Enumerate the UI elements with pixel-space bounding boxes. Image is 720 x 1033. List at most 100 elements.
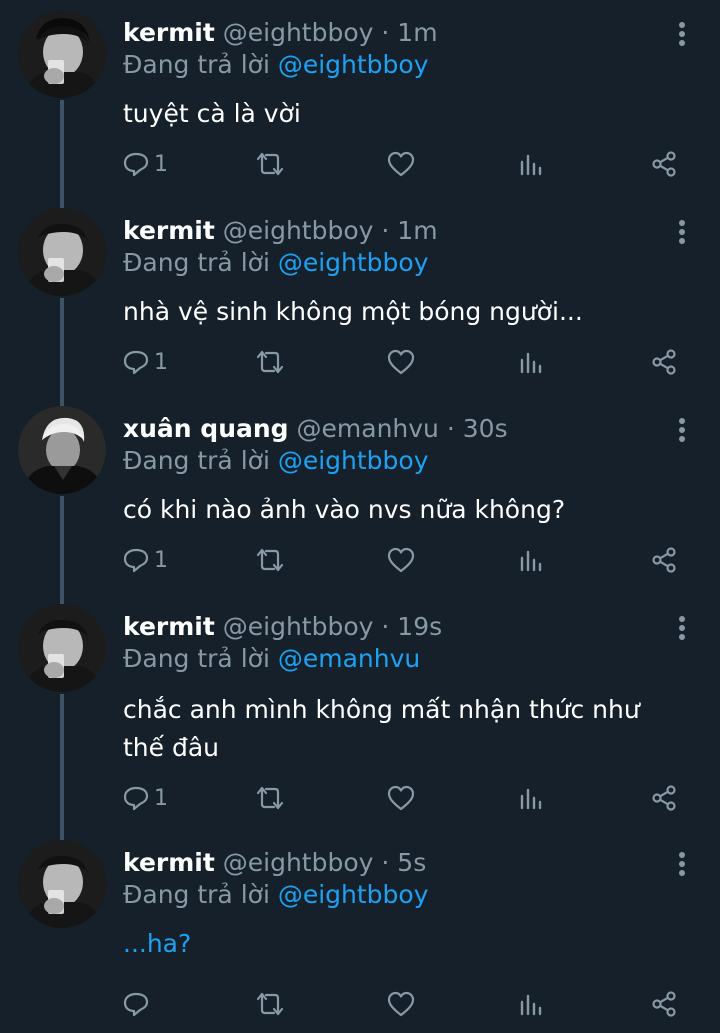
display-name[interactable]: kermit (123, 18, 215, 47)
timestamp[interactable]: 19s (397, 612, 442, 641)
retweet-icon (256, 152, 284, 176)
retweet-button[interactable] (254, 542, 286, 578)
like-button[interactable] (386, 146, 416, 182)
avatar[interactable] (18, 840, 106, 928)
share-icon (652, 547, 676, 573)
user-handle[interactable]: @eightbboy (223, 612, 374, 641)
reply-icon (123, 786, 149, 811)
like-button[interactable] (386, 542, 416, 578)
like-icon (387, 151, 415, 177)
kermit-avatar-image (18, 208, 106, 296)
reply-mention[interactable]: @eightbboy (278, 446, 429, 475)
reply-button[interactable] (122, 986, 154, 1022)
reply-prefix: Đang trả lời (123, 880, 270, 909)
tweet-text[interactable]: ...ha? (123, 927, 683, 961)
like-icon (387, 991, 415, 1017)
tweet[interactable]: kermit @eightbboy · 1m Đang trả lời @eig… (0, 0, 720, 198)
retweet-button[interactable] (254, 780, 286, 816)
reply-prefix: Đang trả lời (123, 248, 270, 277)
tweet[interactable]: kermit @eightbboy · 19s Đang trả lời @em… (0, 594, 720, 830)
reply-mention[interactable]: @eightbboy (278, 50, 429, 79)
like-icon (387, 349, 415, 375)
like-button[interactable] (386, 780, 416, 816)
retweet-icon (256, 548, 284, 572)
separator-dot: · (381, 18, 390, 47)
reply-button[interactable]: 1 (122, 542, 168, 578)
timestamp[interactable]: 1m (397, 216, 437, 245)
tweet-text: có khi nào ảnh vào nvs nữa không? (123, 495, 566, 524)
display-name[interactable]: kermit (123, 848, 215, 877)
analytics-icon (520, 154, 542, 176)
xuan-quang-avatar-image (18, 406, 106, 494)
more-options-button[interactable] (672, 218, 692, 246)
more-vertical-icon (679, 418, 685, 442)
display-name[interactable]: kermit (123, 216, 215, 245)
reply-mention[interactable]: @eightbboy (278, 880, 429, 909)
avatar[interactable] (18, 604, 106, 692)
timestamp[interactable]: 1m (397, 18, 437, 47)
timestamp[interactable]: 30s (463, 414, 508, 443)
tweet[interactable]: kermit @eightbboy · 1m Đang trả lời @eig… (0, 198, 720, 396)
share-button[interactable] (650, 780, 678, 816)
share-button[interactable] (650, 986, 678, 1022)
more-options-button[interactable] (672, 614, 692, 642)
more-options-button[interactable] (672, 20, 692, 48)
tweet-header: kermit @eightbboy · 5s (123, 848, 426, 878)
retweet-button[interactable] (254, 986, 286, 1022)
reply-button[interactable]: 1 (122, 146, 168, 182)
reply-count: 1 (154, 349, 168, 375)
retweet-icon (256, 350, 284, 374)
tweet[interactable]: xuân quang @emanhvu · 30s Đang trả lời @… (0, 396, 720, 594)
reply-mention[interactable]: @emanhvu (278, 644, 420, 673)
reply-count: 1 (154, 151, 168, 177)
separator-dot: · (381, 216, 390, 245)
kermit-avatar-image (18, 840, 106, 928)
retweet-icon (256, 786, 284, 810)
tweet-actions (0, 986, 720, 1022)
reply-context: Đang trả lời @emanhvu (123, 644, 420, 674)
analytics-button[interactable] (518, 542, 544, 578)
user-handle[interactable]: @eightbboy (223, 18, 374, 47)
more-options-button[interactable] (672, 850, 692, 878)
retweet-button[interactable] (254, 146, 286, 182)
reply-context: Đang trả lời @eightbboy (123, 248, 429, 278)
separator-dot: · (381, 848, 390, 877)
display-name[interactable]: kermit (123, 612, 215, 641)
retweet-button[interactable] (254, 344, 286, 380)
reply-count: 1 (154, 785, 168, 811)
more-vertical-icon (679, 22, 685, 46)
user-handle[interactable]: @eightbboy (223, 848, 374, 877)
share-button[interactable] (650, 542, 678, 578)
avatar[interactable] (18, 406, 106, 494)
display-name[interactable]: xuân quang (123, 414, 289, 443)
tweet-text: nhà vệ sinh không một bóng người... (123, 297, 583, 326)
like-icon (387, 785, 415, 811)
separator-dot: · (446, 414, 455, 443)
share-button[interactable] (650, 344, 678, 380)
more-options-button[interactable] (672, 416, 692, 444)
reply-prefix: Đang trả lời (123, 446, 270, 475)
reply-mention[interactable]: @eightbboy (278, 248, 429, 277)
timestamp[interactable]: 5s (397, 848, 426, 877)
analytics-button[interactable] (518, 344, 544, 380)
user-handle[interactable]: @emanhvu (297, 414, 439, 443)
share-button[interactable] (650, 146, 678, 182)
reply-button[interactable]: 1 (122, 780, 168, 816)
tweet-text: chắc anh mình không mất nhận thức như th… (123, 695, 640, 762)
user-handle[interactable]: @eightbboy (223, 216, 374, 245)
more-vertical-icon (679, 852, 685, 876)
tweet[interactable]: kermit @eightbboy · 5s Đang trả lời @eig… (0, 830, 720, 1033)
share-icon (652, 349, 676, 375)
reply-button[interactable]: 1 (122, 344, 168, 380)
like-button[interactable] (386, 344, 416, 380)
analytics-button[interactable] (518, 986, 544, 1022)
like-button[interactable] (386, 986, 416, 1022)
analytics-button[interactable] (518, 780, 544, 816)
avatar[interactable] (18, 10, 106, 98)
tweet-header: kermit @eightbboy · 19s (123, 612, 442, 642)
avatar[interactable] (18, 208, 106, 296)
tweet-actions: 1 (0, 344, 720, 380)
reply-icon (123, 992, 149, 1017)
analytics-button[interactable] (518, 146, 544, 182)
analytics-icon (520, 788, 542, 810)
